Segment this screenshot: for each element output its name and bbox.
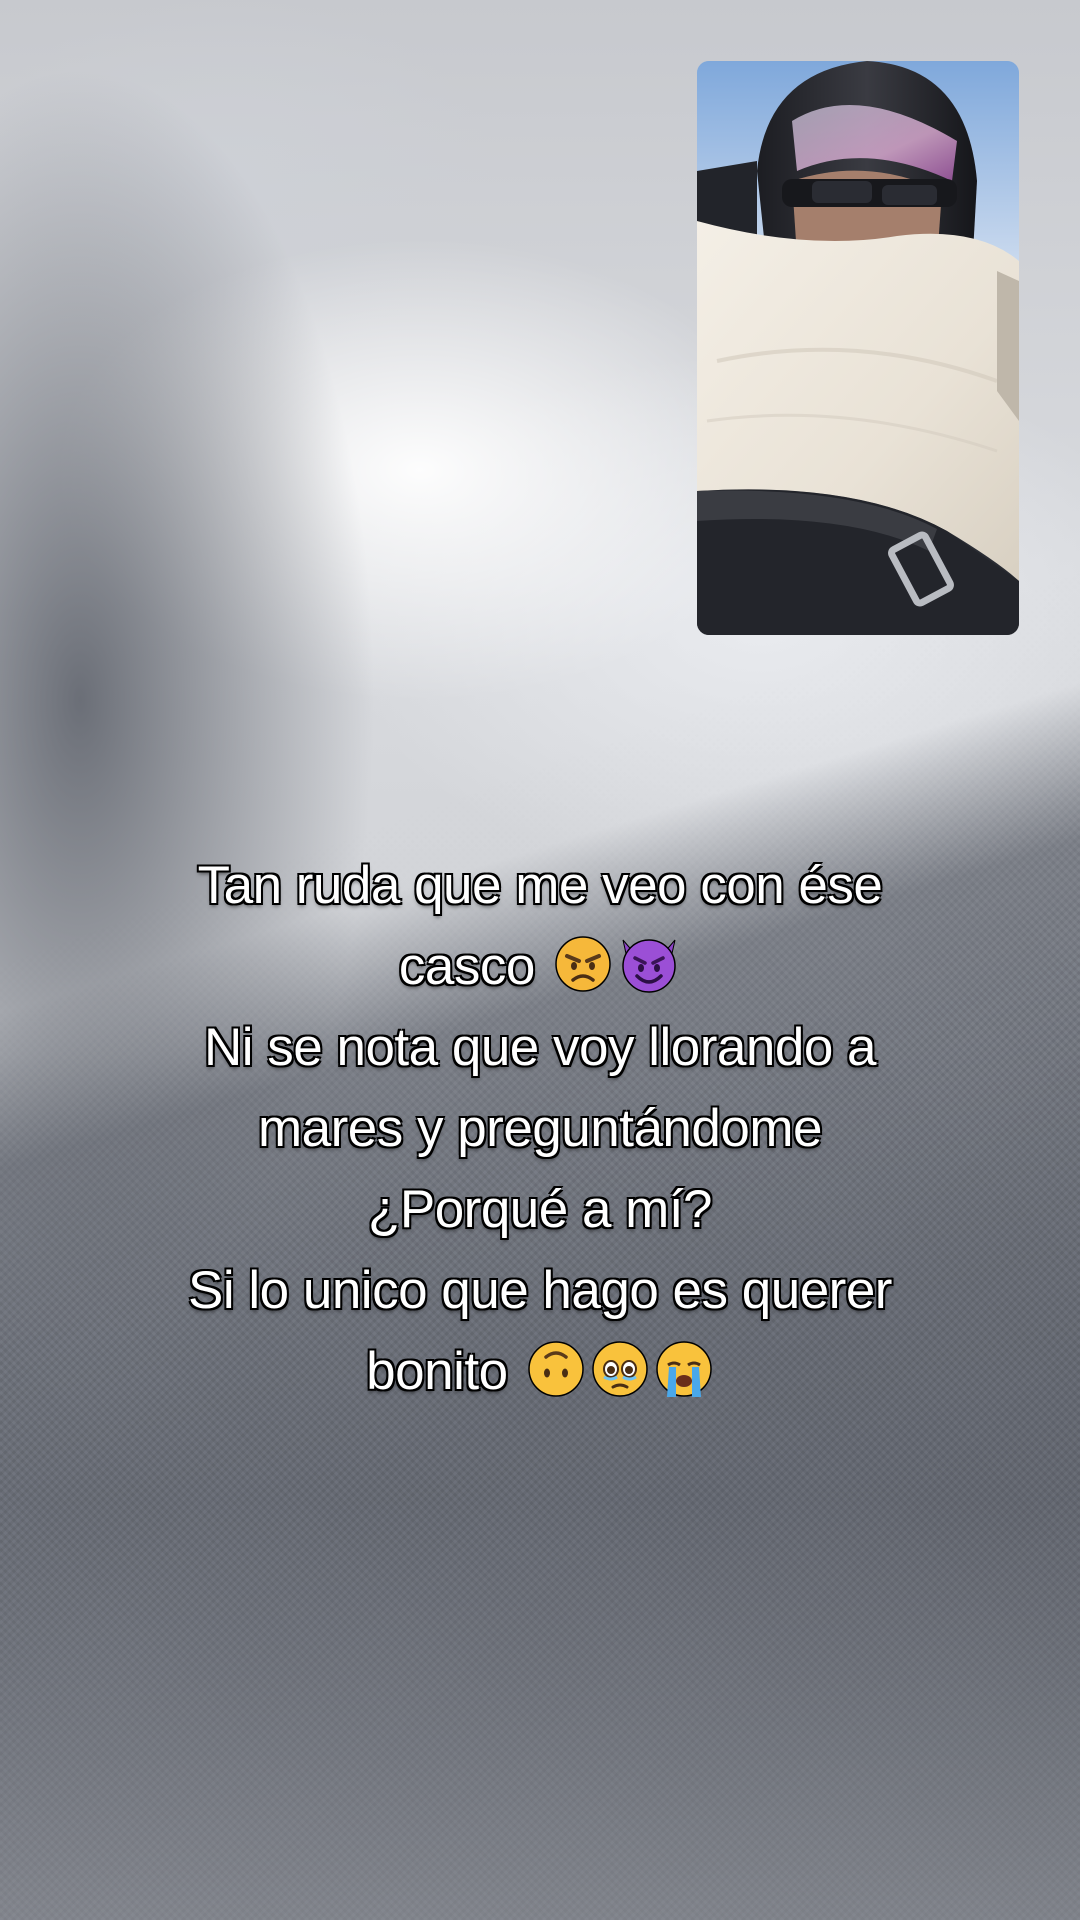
caption-line-2: casco <box>60 926 1020 1007</box>
self-view-image <box>697 61 1019 635</box>
caption-line-2-text: casco <box>398 937 535 996</box>
face-holding-back-tears-icon <box>590 1339 650 1399</box>
caption-line-6: Si lo unico que hago es querer <box>188 1261 892 1320</box>
caption-line-1: Tan ruda que me veo con ése <box>197 856 883 915</box>
caption-line-7: bonito <box>60 1331 1020 1412</box>
video-call-screen: Tan ruda que me veo con ése casco Ni se … <box>0 0 1080 1920</box>
caption-line-5: ¿Porqué a mí? <box>367 1180 713 1239</box>
caption-line-7-text: bonito <box>366 1342 508 1401</box>
caption-text: Tan ruda que me veo con ése casco Ni se … <box>60 845 1020 1412</box>
loudly-crying-face-icon <box>654 1339 714 1399</box>
smiling-face-with-horns-icon <box>617 934 681 994</box>
caption-line-4: mares y preguntándome <box>258 1099 823 1158</box>
self-view-pip[interactable] <box>697 61 1019 635</box>
caption-line-3: Ni se nota que voy llorando a <box>204 1018 877 1077</box>
bottom-shade <box>0 1500 1080 1920</box>
angry-face-icon <box>553 934 613 994</box>
upside-down-face-icon <box>526 1339 586 1399</box>
